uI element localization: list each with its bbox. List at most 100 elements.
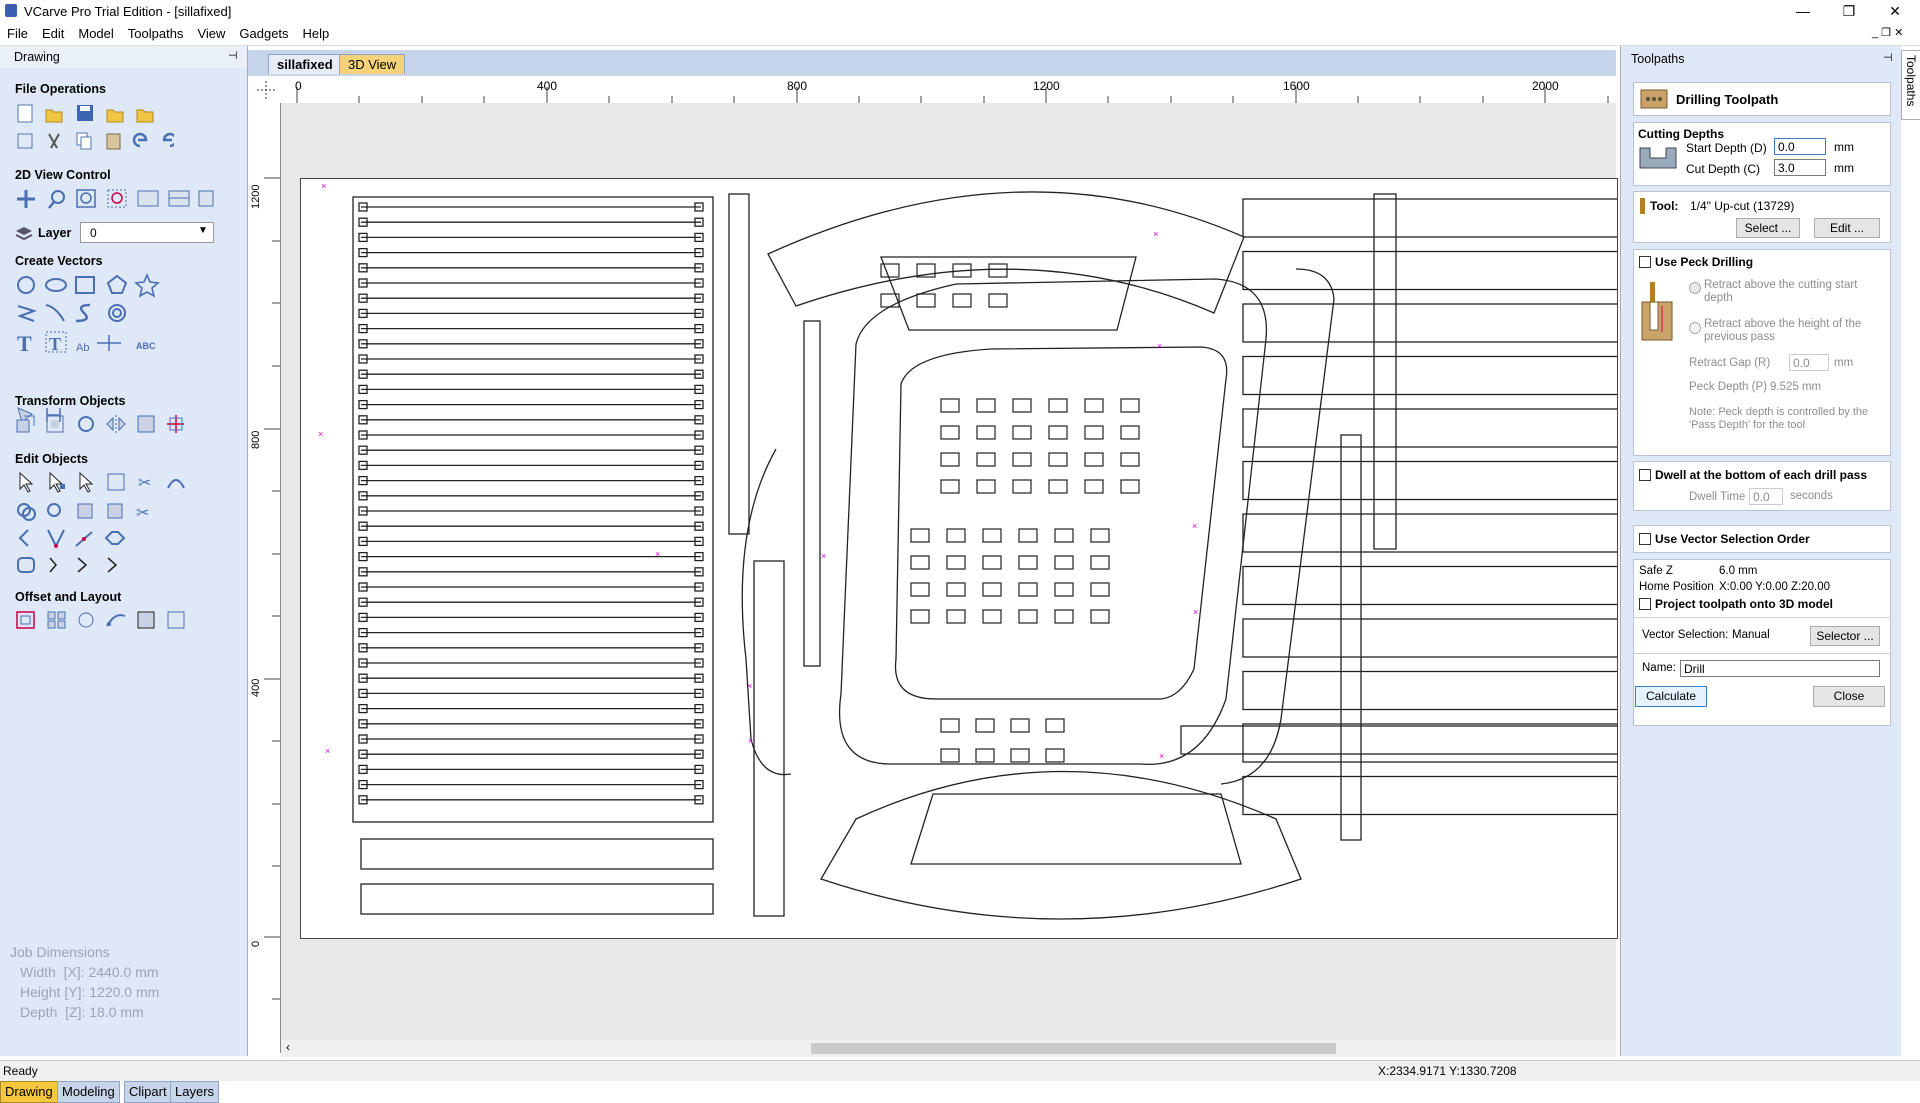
right-board-long[interactable] xyxy=(1180,725,1632,755)
retract-previous-radio[interactable] xyxy=(1689,322,1701,334)
tab-clipart[interactable]: Clipart xyxy=(124,1081,172,1103)
top-arc-band[interactable] xyxy=(767,191,1245,314)
zoom-box-icon[interactable] xyxy=(48,190,65,209)
bridge-icon[interactable] xyxy=(107,557,118,573)
curve-icon[interactable] xyxy=(75,303,91,323)
right-arm-rail[interactable] xyxy=(1220,268,1335,785)
pan-icon[interactable] xyxy=(17,190,35,208)
interactive-trim-icon[interactable] xyxy=(107,473,125,491)
circular-array-icon[interactable] xyxy=(78,612,94,628)
rotate-icon[interactable] xyxy=(78,416,94,432)
weld-icon[interactable] xyxy=(17,503,36,521)
text-arc-icon[interactable]: ABC xyxy=(136,341,156,351)
star-icon[interactable] xyxy=(134,272,160,298)
text-icon[interactable]: T xyxy=(17,331,32,356)
side-tab-toolpaths[interactable]: Toolpaths xyxy=(1901,50,1920,120)
vertical-strip-5[interactable] xyxy=(1340,434,1362,841)
scale-icon[interactable] xyxy=(46,415,64,433)
nest-parts-icon[interactable] xyxy=(167,611,185,629)
material-sheet[interactable]: × ××××××××××××× xyxy=(300,165,1632,939)
mortise-slots[interactable] xyxy=(880,263,1140,763)
trim-icon[interactable]: ✂ xyxy=(138,475,151,492)
pin-icon[interactable]: ⊣ xyxy=(1883,51,1893,64)
mdi-controls[interactable]: _ ❐ ✕ xyxy=(1872,26,1903,39)
pin-icon[interactable]: ⊣ xyxy=(228,49,238,62)
export-icon[interactable] xyxy=(136,109,154,123)
close-button[interactable]: ✕ xyxy=(1872,0,1918,23)
layer-select[interactable]: 0 ▼ xyxy=(80,222,214,243)
main-seat-inner[interactable] xyxy=(894,346,1228,700)
tab-drawing[interactable]: Drawing xyxy=(0,1081,58,1103)
job-setup-icon[interactable] xyxy=(17,133,33,149)
menu-model[interactable]: Model xyxy=(71,23,120,44)
polyline-icon[interactable] xyxy=(17,305,38,322)
extend-icon[interactable] xyxy=(75,531,93,547)
dwell-time-input[interactable]: 0.0 xyxy=(1749,488,1783,505)
calculate-button[interactable]: Calculate xyxy=(1635,686,1707,707)
start-depth-input[interactable]: 0.0 xyxy=(1774,138,1826,155)
subtract-icon[interactable] xyxy=(47,503,61,517)
scroll-left-arrow[interactable]: ‹ xyxy=(286,1040,290,1054)
ruler-corner[interactable] xyxy=(252,77,280,103)
spiral-icon[interactable] xyxy=(108,304,126,322)
array-copy-icon[interactable] xyxy=(47,611,66,629)
paste-icon[interactable] xyxy=(106,133,121,150)
vertical-strip-2[interactable] xyxy=(803,320,821,667)
node-edit-icon[interactable] xyxy=(49,471,65,493)
vertical-strip-4[interactable] xyxy=(1373,193,1397,550)
retract-start-radio[interactable] xyxy=(1689,282,1701,294)
project-toolpath-checkbox[interactable] xyxy=(1639,598,1651,610)
rectangle-icon[interactable] xyxy=(75,276,95,294)
tab-modeling[interactable]: Modeling xyxy=(57,1081,120,1103)
bottom-rail-1[interactable] xyxy=(360,838,714,870)
chamfer-icon[interactable] xyxy=(47,529,65,549)
bottom-rail-2[interactable] xyxy=(360,883,714,915)
name-input[interactable]: Drill xyxy=(1680,660,1880,677)
tab-3d-view[interactable]: 3D View xyxy=(339,54,406,74)
tab-layers[interactable]: Layers xyxy=(170,1081,220,1103)
join-open-icon[interactable] xyxy=(77,557,88,573)
copy-icon[interactable] xyxy=(76,132,92,150)
dwell-checkbox[interactable] xyxy=(1639,469,1651,481)
cut-depth-input[interactable]: 3.0 xyxy=(1774,159,1826,176)
redo-icon[interactable] xyxy=(162,132,178,148)
main-seat-outline[interactable] xyxy=(839,278,1268,765)
import-icon[interactable] xyxy=(106,109,124,123)
mirror-icon[interactable] xyxy=(106,415,126,433)
nesting-icon[interactable] xyxy=(137,611,155,629)
tab-sillafixed[interactable]: sillafixed xyxy=(268,54,342,74)
scroll-thumb[interactable] xyxy=(811,1043,1336,1054)
center-icon[interactable] xyxy=(167,415,185,433)
intersect-icon[interactable] xyxy=(77,503,93,519)
close-vector-icon[interactable] xyxy=(49,557,57,573)
slat-lines[interactable] xyxy=(358,202,704,805)
select-icon[interactable] xyxy=(19,471,34,493)
vector-drawing[interactable]: × ××××××××××××× xyxy=(301,165,1632,938)
vector-order-checkbox[interactable] xyxy=(1639,533,1651,545)
peck-drilling-checkbox[interactable] xyxy=(1639,256,1651,268)
circle-icon[interactable] xyxy=(17,276,35,294)
undo-icon[interactable] xyxy=(132,132,148,148)
close-panel-button[interactable]: Close xyxy=(1813,686,1885,707)
minimize-button[interactable]: — xyxy=(1780,0,1826,23)
vertical-strip-3[interactable] xyxy=(753,560,785,917)
offset-curve-icon[interactable] xyxy=(17,557,35,573)
dimension-icon[interactable] xyxy=(97,335,121,351)
menu-view[interactable]: View xyxy=(190,23,232,44)
layout-icon[interactable] xyxy=(168,190,190,207)
vertical-strip-1[interactable] xyxy=(728,193,750,535)
bottom-trapezoid[interactable] xyxy=(910,793,1242,865)
menu-edit[interactable]: Edit xyxy=(35,23,71,44)
ellipse-icon[interactable] xyxy=(45,278,67,292)
save-icon[interactable] xyxy=(77,105,93,121)
arc-icon[interactable] xyxy=(45,304,65,322)
polygon-icon[interactable] xyxy=(106,274,128,294)
menu-help[interactable]: Help xyxy=(296,23,337,44)
menu-toolpaths[interactable]: Toolpaths xyxy=(121,23,191,44)
right-boards[interactable] xyxy=(1242,198,1624,816)
tool-edit-button[interactable]: Edit ... xyxy=(1814,218,1880,238)
open-file-icon[interactable] xyxy=(45,109,63,123)
fillet-icon[interactable] xyxy=(107,503,123,519)
tool-select-button[interactable]: Select ... xyxy=(1736,218,1800,238)
auto-layout-text-icon[interactable]: Ab xyxy=(76,342,89,354)
